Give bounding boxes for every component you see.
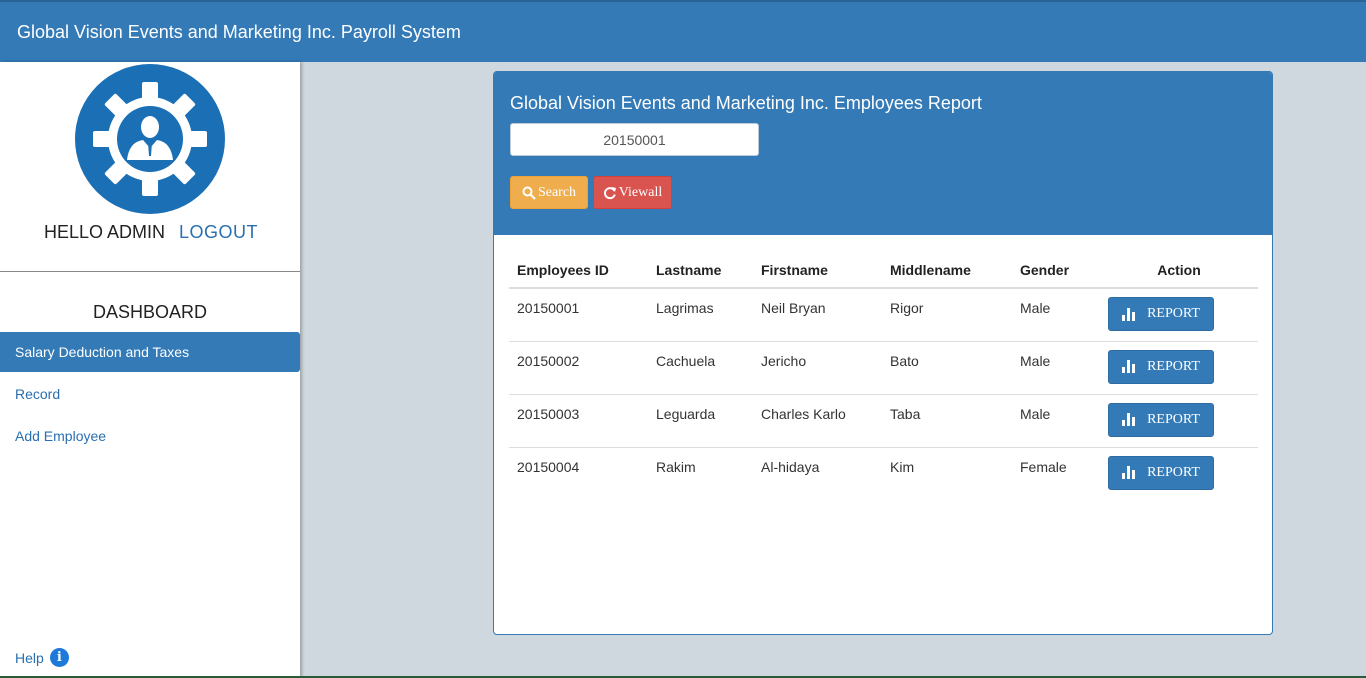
cell-firstname: Neil Bryan (753, 288, 882, 342)
bar-chart-icon (1122, 413, 1136, 426)
cell-firstname: Jericho (753, 341, 882, 395)
search-button[interactable]: Search (510, 176, 588, 209)
sidebar: HELLO ADMIN LOGOUT DASHBOARD Salary Dedu… (0, 62, 300, 678)
column-header-action: Action (1100, 253, 1258, 289)
cell-gender: Male (1012, 288, 1100, 342)
cell-gender: Female (1020, 458, 1067, 475)
table-header-row: Employees ID Lastname Firstname Middlena… (509, 253, 1258, 289)
refresh-icon (603, 186, 616, 199)
table-row: 20150002 Cachuela Jericho Bato Male REPO… (509, 341, 1258, 395)
help-label: Help (15, 649, 44, 666)
search-button-label: Search (537, 184, 577, 200)
panel-header: Global Vision Events and Marketing Inc. … (494, 72, 1272, 235)
cell-middlename: Rigor (882, 288, 1012, 342)
cell-action: REPORT (1100, 394, 1258, 448)
sidebar-item-add-employee[interactable]: Add Employee (0, 416, 300, 456)
cell-action: REPORT (1100, 288, 1258, 342)
viewall-button-label: Viewall (618, 184, 663, 200)
employee-id-search-input[interactable] (510, 123, 759, 156)
table-row: 20150003 Leguarda Charles Karlo Taba Mal… (509, 394, 1258, 448)
report-button[interactable]: REPORT (1108, 402, 1214, 437)
cell-middlename: Kim (890, 458, 915, 475)
table-row: 20150001 Lagrimas Neil Bryan Rigor Male … (509, 288, 1258, 342)
info-icon: i (49, 648, 69, 667)
report-button-label: REPORT (1147, 306, 1200, 321)
sidebar-item-record[interactable]: Record (0, 374, 300, 414)
logout-link[interactable]: LOGOUT (179, 222, 258, 243)
app-title: Global Vision Events and Marketing Inc. … (17, 22, 461, 42)
cell-lastname: Cachuela (648, 341, 753, 395)
top-navbar: Global Vision Events and Marketing Inc. … (0, 0, 1366, 62)
column-header-middlename: Middlename (882, 253, 1012, 289)
help-link[interactable]: Help i (15, 648, 69, 667)
column-header-gender: Gender (1012, 253, 1100, 289)
bar-chart-icon (1122, 466, 1136, 479)
report-button-label: REPORT (1147, 358, 1200, 374)
bar-chart-icon (1122, 360, 1136, 373)
cell-firstname: Charles Karlo (753, 394, 882, 448)
cell-gender: Male (1012, 394, 1100, 448)
column-header-employees-id: Employees ID (509, 253, 648, 289)
report-button[interactable]: REPORT (1108, 455, 1214, 490)
search-icon (522, 186, 536, 200)
column-header-lastname: Lastname (648, 253, 753, 289)
cell-middlename: Bato (882, 341, 1012, 395)
cell-firstname: Al-hidaya (761, 458, 820, 475)
cell-lastname: Lagrimas (648, 288, 753, 342)
cell-employee-id: 20150003 (509, 394, 648, 448)
report-button-label: REPORT (1147, 464, 1200, 480)
panel-title: Global Vision Events and Marketing Inc. … (510, 93, 982, 113)
sidebar-divider (0, 271, 300, 272)
cell-employee-id: 20150002 (509, 341, 648, 395)
table-row: 20150004 Rakim Al-hidaya Kim Female REPO… (509, 447, 1258, 500)
cell-employee-id: 20150001 (509, 288, 648, 342)
cell-lastname: Rakim (656, 458, 696, 475)
cell-lastname: Leguarda (648, 394, 753, 448)
greeting-text: HELLO ADMIN (44, 222, 166, 242)
report-button[interactable]: REPORT (1108, 297, 1214, 331)
bar-chart-icon (1122, 307, 1136, 321)
report-button[interactable]: REPORT (1108, 349, 1214, 384)
report-button-label: REPORT (1147, 411, 1200, 427)
admin-gear-logo-icon (75, 64, 225, 214)
cell-employee-id: 20150004 (517, 458, 580, 475)
cell-middlename: Taba (882, 394, 1012, 448)
employees-report-panel: Global Vision Events and Marketing Inc. … (493, 71, 1273, 635)
cell-action: REPORT (1100, 447, 1258, 500)
viewall-button[interactable]: Viewall (593, 176, 672, 209)
cell-gender: Male (1012, 341, 1100, 395)
sidebar-item-salary-deduction[interactable]: Salary Deduction and Taxes (0, 332, 300, 372)
column-header-firstname: Firstname (753, 253, 882, 289)
dashboard-heading: DASHBOARD (92, 302, 208, 322)
employees-table: Employees ID Lastname Firstname Middlena… (509, 253, 1258, 500)
cell-action: REPORT (1100, 341, 1258, 395)
